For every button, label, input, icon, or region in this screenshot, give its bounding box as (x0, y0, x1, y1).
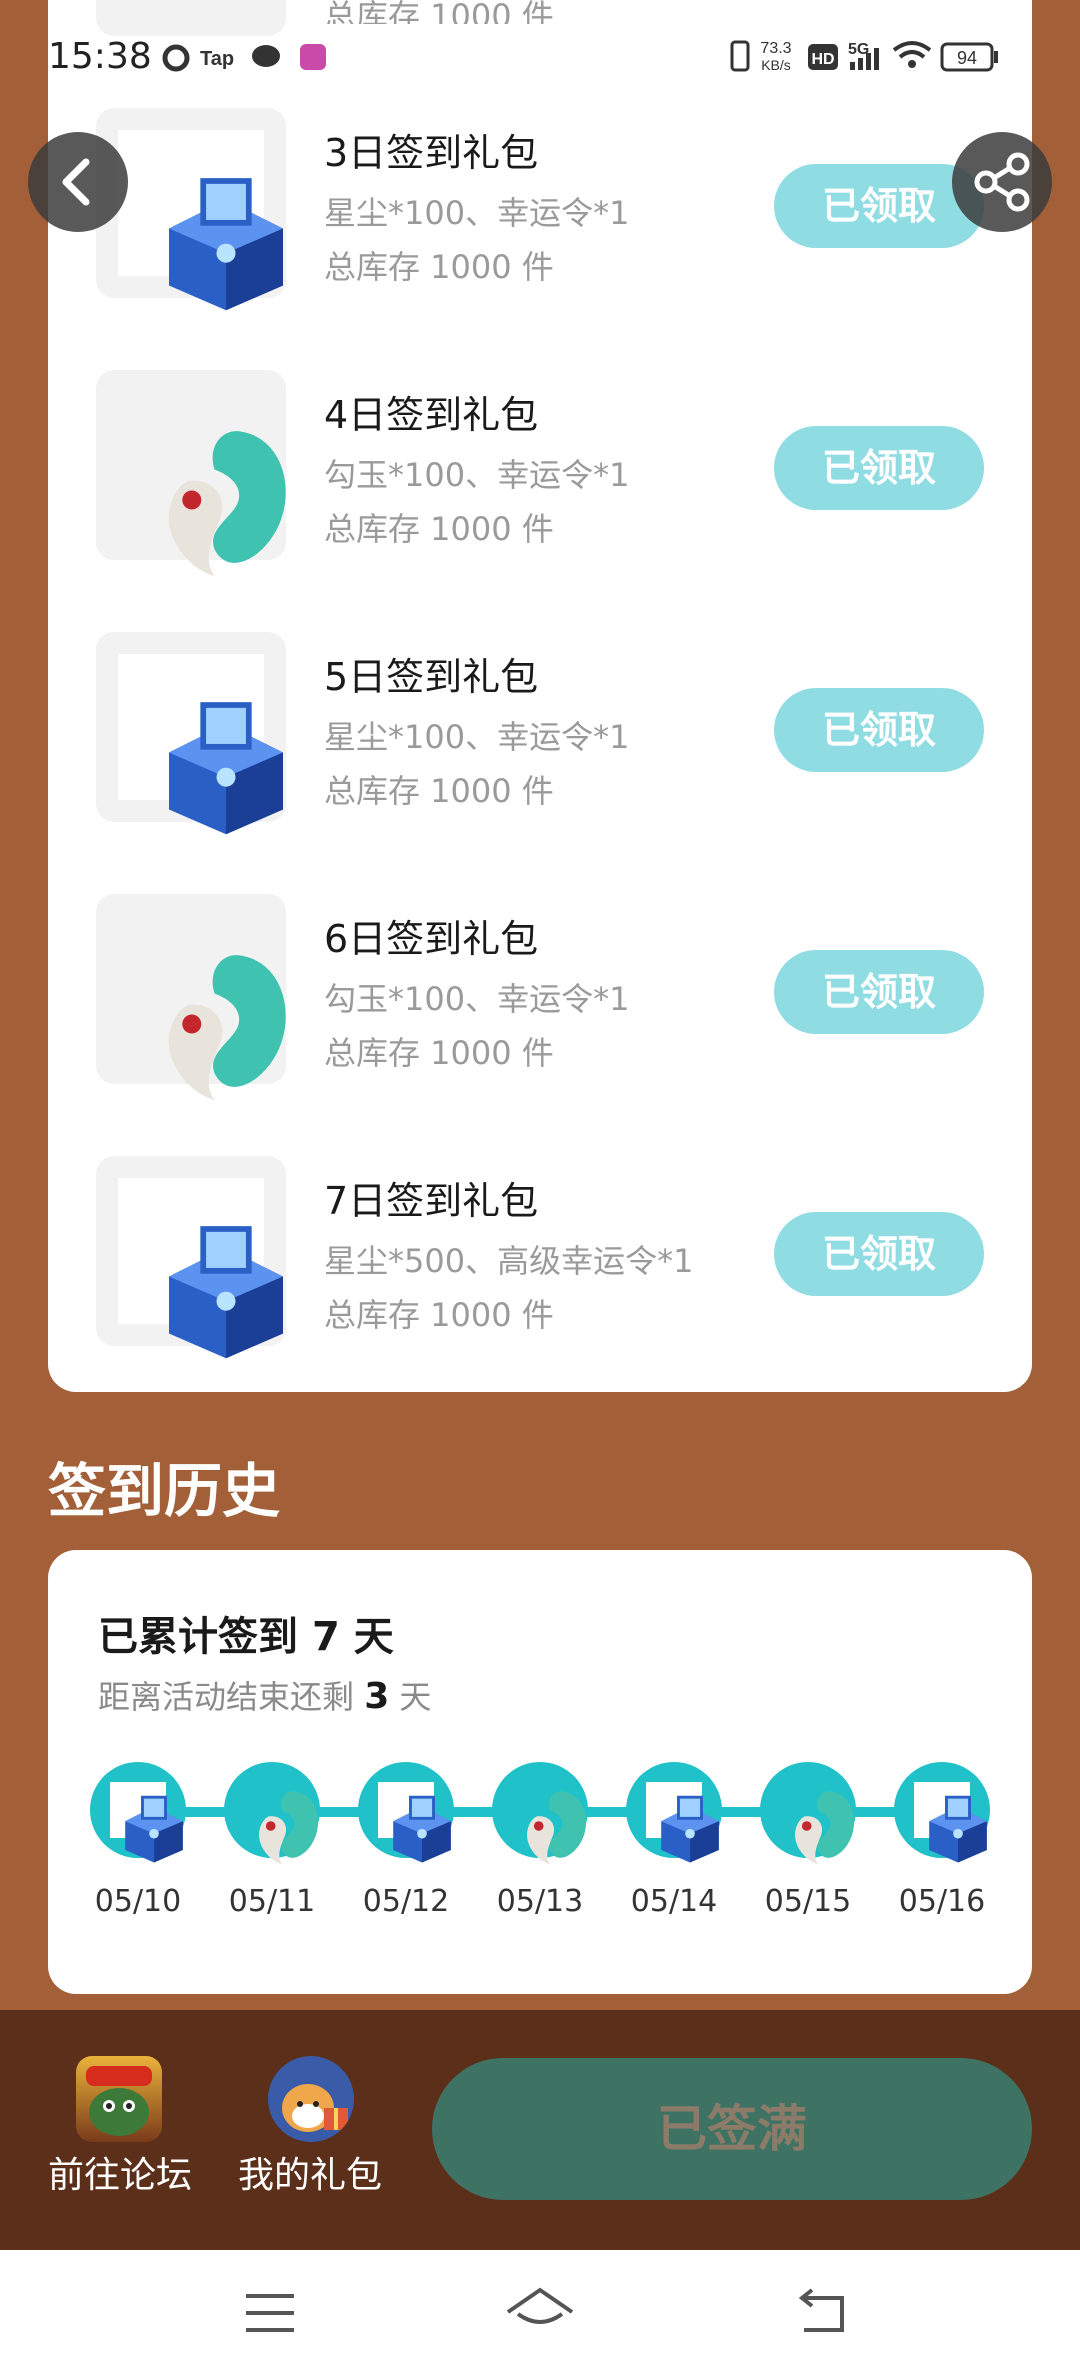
history-day-date: 05/10 (94, 1884, 182, 1919)
gift-description: 星尘*500、高级幸运令*1 (324, 1242, 694, 1280)
gift-title: 6日签到礼包 (324, 917, 539, 961)
chevron-left-icon (62, 158, 90, 206)
svg-text:94: 94 (957, 48, 977, 68)
forum-icon[interactable] (76, 2056, 162, 2142)
bottom-action-bar: 前往论坛 我的礼包 已签满 (0, 2010, 1080, 2250)
history-day-node (760, 1762, 856, 1865)
history-day-date: 05/13 (496, 1884, 584, 1919)
summary-prefix: 已累计签到 (98, 1614, 298, 1660)
remaining-days: 3 (364, 1676, 390, 1717)
gift-stock: 总库存 1000 件 (324, 1034, 554, 1072)
claimed-button[interactable]: 已领取 (774, 426, 984, 510)
summary-suffix: 天 (353, 1614, 394, 1660)
gift-description: 勾玉*100、幸运令*1 (324, 456, 630, 494)
gift-stock: 总库存 1000 件 (324, 510, 554, 548)
history-summary: 已累计签到 7 天 (98, 1604, 394, 1662)
remaining-suffix: 天 (399, 1678, 432, 1716)
status-time: 15:38 (48, 36, 152, 77)
signed-full-button[interactable]: 已签满 (432, 2058, 1032, 2200)
claimed-button[interactable]: 已领取 (774, 688, 984, 772)
history-day-date: 05/11 (228, 1884, 316, 1919)
history-day-date: 05/16 (898, 1884, 986, 1919)
back-button[interactable] (28, 132, 128, 232)
gift-thumbnail (96, 370, 286, 576)
partial-stock-text: 总库存 1000 件 (324, 0, 554, 24)
magatama-icon (240, 1778, 336, 1878)
gift-title: 3日签到礼包 (324, 131, 539, 175)
remaining-prefix: 距离活动结束还剩 (98, 1678, 355, 1716)
gift-stock: 总库存 1000 件 (324, 248, 554, 286)
claimed-button[interactable]: 已领取 (774, 950, 984, 1034)
gift-row: 4日签到礼包勾玉*100、幸运令*1 总库存 1000 件 已领取 (48, 370, 1032, 590)
svg-text:KB/s: KB/s (761, 57, 791, 73)
gift-title: 5日签到礼包 (324, 655, 539, 699)
history-day-date: 05/15 (764, 1884, 852, 1919)
my-gifts-label[interactable]: 我的礼包 (230, 2146, 390, 2198)
history-day-node (358, 1762, 454, 1863)
history-card: 已累计签到 7 天 距离活动结束还剩 3 天 05/10 05/11 05/12 05… (48, 1550, 1032, 1994)
history-day-node (894, 1762, 990, 1863)
stardust-chest-icon (106, 1778, 202, 1878)
gift-title: 4日签到礼包 (324, 393, 539, 437)
gift-thumbnail (96, 894, 286, 1100)
menu-icon[interactable] (240, 2288, 300, 2338)
svg-text:Tap: Tap (200, 48, 234, 70)
partial-gift-thumb (96, 0, 286, 36)
magatama-icon (508, 1778, 604, 1878)
history-day-node (224, 1762, 320, 1865)
gift-description: 星尘*100、幸运令*1 (324, 194, 630, 232)
claimed-button[interactable]: 已领取 (774, 1212, 984, 1296)
summary-days: 7 (311, 1614, 340, 1660)
history-day-node (90, 1762, 186, 1863)
net-speed: 73.3 (760, 40, 791, 57)
magatama-icon (776, 1778, 872, 1878)
gift-thumbnail (96, 632, 286, 835)
forum-label[interactable]: 前往论坛 (40, 2146, 200, 2198)
gift-title: 7日签到礼包 (324, 1179, 539, 1223)
history-day-node (492, 1762, 588, 1865)
status-right-icons: 73.3 KB/s HD 5G 94 (726, 36, 1046, 80)
history-section-title: 签到历史 (48, 1457, 281, 1525)
stardust-chest-icon (642, 1778, 738, 1878)
gift-row: 3日签到礼包 星尘*100、幸运令*1 总库存 1000 件已领取 (48, 108, 1032, 328)
history-day-date: 05/14 (630, 1884, 718, 1919)
gift-row: 7日签到礼包星尘*500、高级幸运令*1 总库存 1000 件 已领取 (48, 1156, 1032, 1376)
gift-stock: 总库存 1000 件 (324, 772, 554, 810)
stardust-chest-icon (374, 1778, 470, 1878)
status-left-icons: Tap (160, 40, 330, 80)
gift-stock: 总库存 1000 件 (324, 1296, 554, 1334)
share-button[interactable] (952, 132, 1052, 232)
svg-text:HD: HD (811, 51, 834, 68)
system-nav-bar (0, 2250, 1080, 2376)
share-icon (974, 152, 1030, 212)
gift-row: 5日签到礼包星尘*100、幸运令*1 总库存 1000 件 已领取 (48, 632, 1032, 852)
my-gifts-icon[interactable] (268, 2056, 354, 2142)
stardust-chest-icon (910, 1778, 1006, 1878)
gift-row: 6日签到礼包勾玉*100、幸运令*1 总库存 1000 件 已领取 (48, 894, 1032, 1114)
gift-description: 星尘*100、幸运令*1 (324, 718, 630, 756)
history-day-date: 05/12 (362, 1884, 450, 1919)
gift-thumbnail (96, 1156, 286, 1359)
home-icon[interactable] (502, 2282, 578, 2342)
remaining-days-text: 距离活动结束还剩 3 天 (98, 1672, 431, 1718)
gift-description: 勾玉*100、幸运令*1 (324, 980, 630, 1018)
back-nav-icon[interactable] (794, 2286, 854, 2338)
history-day-node (626, 1762, 722, 1863)
